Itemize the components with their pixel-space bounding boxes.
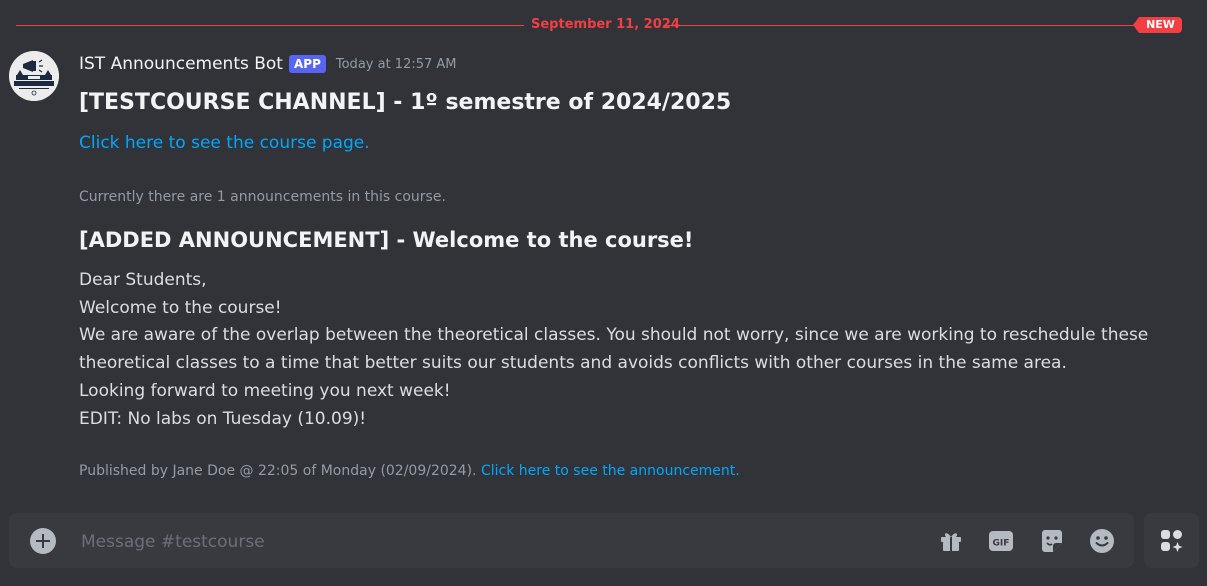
body-line: EDIT: No labs on Tuesday (10.09)! — [79, 408, 367, 429]
announcements-logo-icon — [9, 51, 59, 101]
add-attachment-button[interactable] — [30, 528, 56, 554]
sticker-button[interactable] — [1038, 527, 1066, 555]
message-composer: GIF — [9, 513, 1134, 568]
divider-line-left — [16, 25, 524, 26]
chat-view: September 11, 2024 NEW IST Announcements… — [0, 0, 1207, 586]
announcement-body: Dear Students, Welcome to the course! We… — [79, 267, 1169, 433]
announcement-count: Currently there are 1 announcements in t… — [79, 189, 446, 205]
message-header: IST Announcements Bot APP Today at 12:57… — [79, 52, 457, 76]
body-line: Looking forward to meeting you next week… — [79, 380, 451, 401]
channel-title: [TESTCOURSE CHANNEL] - 1º semestre of 20… — [79, 90, 732, 115]
body-line: theoretical classes to a time that bette… — [79, 353, 1067, 374]
footer-text: Published by Jane Doe @ 22:05 of Monday … — [79, 463, 477, 479]
body-line: Dear Students, — [79, 270, 207, 290]
gift-icon — [941, 533, 961, 551]
gif-icon: GIF — [989, 531, 1013, 551]
course-page-link[interactable]: Click here to see the course page. — [79, 133, 370, 153]
emoji-icon — [1090, 529, 1114, 553]
divider-line-right — [665, 25, 1145, 26]
new-badge: NEW — [1133, 17, 1182, 33]
author-name[interactable]: IST Announcements Bot — [79, 54, 283, 74]
announcement-footer: Published by Jane Doe @ 22:05 of Monday … — [79, 463, 740, 479]
app-tag: APP — [288, 55, 326, 73]
sticker-icon — [1042, 530, 1062, 552]
emoji-button[interactable] — [1088, 527, 1116, 555]
body-line: We are aware of the overlap between the … — [79, 325, 1149, 346]
announcement-title: [ADDED ANNOUNCEMENT] - Welcome to the co… — [79, 228, 694, 252]
gif-button[interactable]: GIF — [987, 527, 1015, 555]
apps-button[interactable] — [1144, 513, 1199, 568]
gif-label: GIF — [993, 539, 1010, 549]
announcement-link[interactable]: Click here to see the announcement. — [481, 463, 740, 479]
gift-button[interactable] — [937, 527, 965, 555]
date-divider: September 11, 2024 — [16, 17, 1207, 32]
message-input[interactable] — [79, 528, 923, 556]
body-line: Welcome to the course! — [79, 297, 282, 318]
divider-date: September 11, 2024 — [531, 17, 680, 32]
apps-icon — [1161, 530, 1183, 552]
avatar[interactable] — [9, 51, 59, 101]
message-timestamp: Today at 12:57 AM — [335, 56, 457, 72]
